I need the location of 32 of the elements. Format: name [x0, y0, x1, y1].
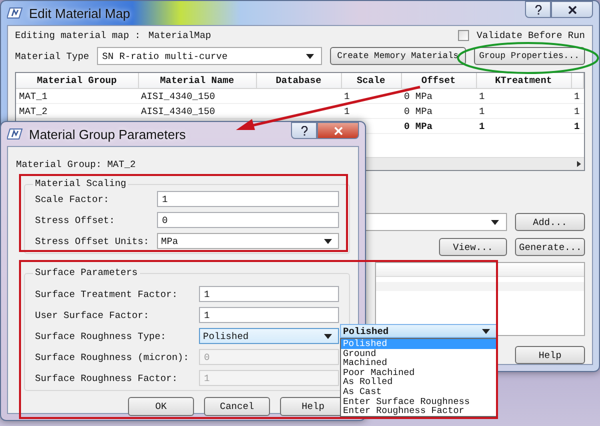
checkbox-label: Validate Before Run	[476, 30, 585, 41]
field-label: User Surface Factor:	[35, 310, 150, 320]
table-cell: 1	[479, 120, 485, 132]
table-cell: 1	[574, 120, 580, 132]
table-cell: 1	[479, 106, 485, 116]
table-cell: MAT_1	[19, 90, 48, 102]
group-label: Material Group: MAT_2	[15, 159, 136, 170]
table-cell: 0 MPa	[404, 90, 433, 102]
map-name: MaterialMap	[148, 30, 212, 41]
table-cell: 1	[479, 90, 485, 102]
dialog-title: Material Group Parameters	[29, 126, 186, 142]
table-cell: 1	[574, 90, 580, 102]
window-title: Edit Material Map	[29, 6, 130, 20]
table-cell: 0 MPa	[404, 120, 433, 132]
table-cell: AISI_4340_150	[141, 106, 216, 116]
table-cell: 1	[344, 106, 350, 116]
field-label: Stress Offset Units:	[35, 236, 150, 246]
table-cell: MAT_2	[19, 106, 48, 116]
field-label: Material Type	[15, 50, 90, 62]
field-label: Surface Roughness Type:	[35, 330, 168, 342]
map-label: Editing material map :	[15, 30, 140, 41]
table-cell: 0 MPa	[404, 106, 433, 116]
field-label: Surface Treatment Factor:	[35, 288, 179, 300]
field-label: Stress Offset:	[35, 214, 116, 226]
field-label: Scale Factor:	[35, 194, 110, 204]
table-cell: 1	[344, 90, 350, 102]
group-title: Material Scaling	[33, 178, 128, 189]
table-cell: AISI_4340_150	[141, 90, 216, 102]
group-title: Surface Parameters	[33, 267, 140, 278]
table-cell: 1	[574, 106, 580, 116]
field-label: Surface Roughness Factor:	[35, 372, 179, 384]
field-label: Surface Roughness (micron):	[35, 352, 190, 362]
